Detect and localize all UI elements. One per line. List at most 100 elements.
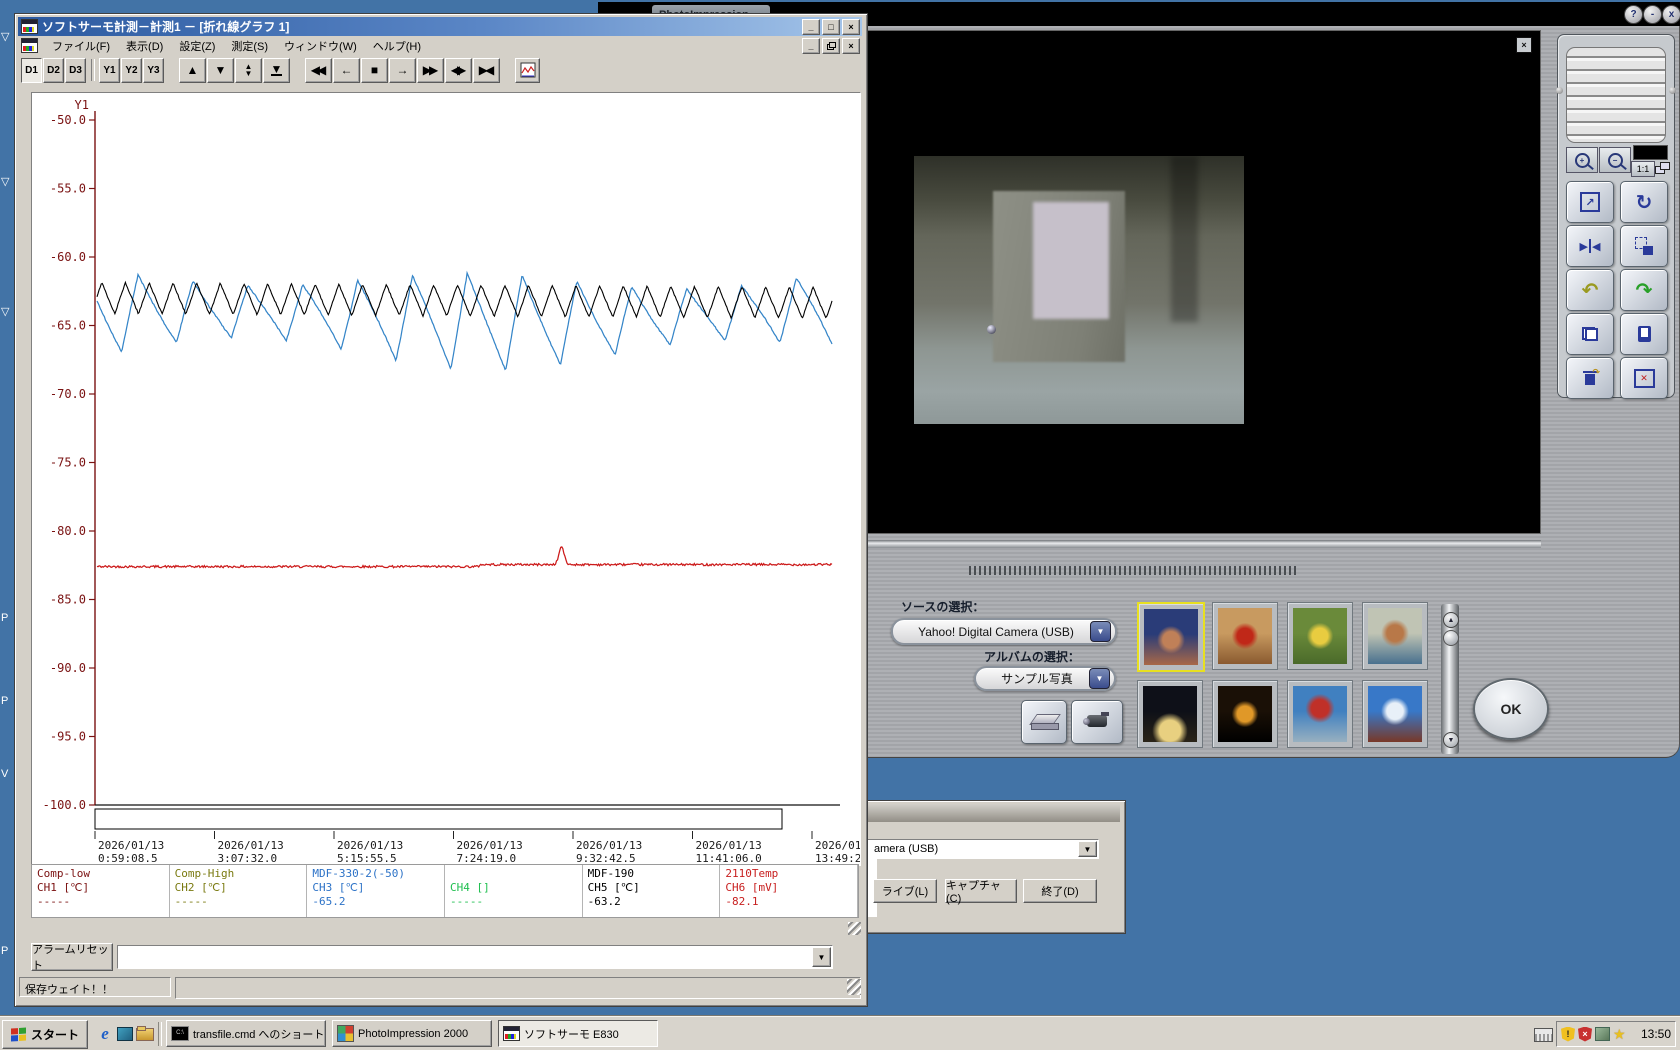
window-minimize-button[interactable]: _ <box>802 19 820 35</box>
tool-paste-button[interactable] <box>1620 313 1668 355</box>
toolbar-scroll-up-button[interactable]: ▲ <box>179 58 206 83</box>
thumbnail-cardinal-bird[interactable] <box>1212 602 1278 670</box>
toolbar-shrink-scale-button[interactable]: ▶◀ <box>473 58 500 83</box>
thumbnail-night-skyline[interactable] <box>1137 680 1203 748</box>
tool-undo-button[interactable]: ↶ <box>1566 269 1614 311</box>
actual-size-button[interactable]: 1:1 <box>1631 161 1655 177</box>
tool-copy-button[interactable] <box>1566 313 1614 355</box>
task-button-1[interactable]: C:\transfile.cmd へのショート... <box>166 1020 326 1047</box>
camcorder-button[interactable] <box>1071 700 1123 744</box>
desktop-icon-label-fragment[interactable]: ▽ <box>1 175 9 188</box>
chevron-down-icon[interactable]: ▼ <box>1090 621 1111 642</box>
chevron-down-icon[interactable]: ▼ <box>1078 841 1097 857</box>
updates-icon[interactable] <box>1595 1027 1610 1041</box>
toolbar-graph-button[interactable] <box>515 58 540 83</box>
tool-rotate-button[interactable]: ↻ <box>1620 181 1668 223</box>
quicklaunch-folder[interactable] <box>136 1025 154 1043</box>
toolbar-scroll-to-end-button[interactable]: ▼ <box>263 58 290 83</box>
thumbnail-red-rock-spires[interactable] <box>1137 602 1205 672</box>
desktop-icon-label-fragment[interactable]: ▽ <box>1 30 9 43</box>
source-select-dropdown[interactable]: Yahoo! Digital Camera (USB) ▼ <box>891 618 1117 645</box>
capture-source-combobox[interactable]: amera (USB) ▼ <box>859 839 1099 859</box>
menu-表示(D)[interactable]: 表示(D) <box>118 37 171 55</box>
thumbnail-cloud-sunset[interactable] <box>1362 680 1428 748</box>
pi-help-button[interactable]: ? <box>1624 5 1643 24</box>
tool-crop-rotate-button[interactable] <box>1620 225 1668 267</box>
zoom-in-button[interactable]: + <box>1566 147 1598 173</box>
toolbar-Y1-button[interactable]: Y1 <box>99 58 120 83</box>
menu-ウィンドウ(W)[interactable]: ウィンドウ(W) <box>276 37 365 55</box>
desktop-icon-label-fragment[interactable]: V <box>1 768 8 780</box>
menu-ヘルプ(H)[interactable]: ヘルプ(H) <box>365 37 429 55</box>
alarm-reset-button[interactable]: アラームリセット <box>31 943 113 971</box>
quicklaunch-ie[interactable]: e <box>96 1025 114 1043</box>
desktop-icon-label-fragment[interactable]: ▽ <box>1 305 9 318</box>
zoom-out-icon: − <box>1608 153 1623 168</box>
mdi-minimize-button[interactable]: _ <box>802 38 820 54</box>
toolbar-step-forward-button[interactable]: → <box>389 58 416 83</box>
tool-redo-button[interactable]: ↷ <box>1620 269 1668 311</box>
softthermo-titlebar[interactable]: ソフトサーモ計測－計測1 － [折れ線グラフ 1] _□× <box>18 17 862 36</box>
toolbar-rewind-button[interactable]: ◀◀ <box>305 58 332 83</box>
tool-delete-button[interactable]: ↷ <box>1566 357 1614 399</box>
mdi-close-button[interactable]: × <box>842 38 860 54</box>
mdi-resize-grip[interactable] <box>848 922 861 935</box>
pi-minimize-button[interactable]: - <box>1643 5 1662 24</box>
chevron-down-icon[interactable]: ▼ <box>1089 668 1110 689</box>
toolbar-fast-forward-button[interactable]: ▶▶ <box>417 58 444 83</box>
desktop-icon-label-fragment[interactable]: P <box>1 612 8 624</box>
album-select-dropdown[interactable]: サンプル写真 ▼ <box>974 666 1116 691</box>
keyboard-icon[interactable] <box>1534 1028 1553 1042</box>
cascade-icon[interactable] <box>1655 162 1670 174</box>
alarm-combobox[interactable]: ▼ <box>117 945 833 969</box>
window-resize-grip[interactable] <box>847 979 861 995</box>
window-maximize-button[interactable]: □ <box>822 19 840 35</box>
dialog-button-2[interactable]: キャプチャ(C) <box>945 879 1017 903</box>
window-close-button[interactable]: × <box>842 19 860 35</box>
toolbar-Y2-button[interactable]: Y2 <box>121 58 142 83</box>
menu-ファイル(F)[interactable]: ファイル(F) <box>44 37 118 55</box>
toolbar-Y3-button[interactable]: Y3 <box>143 58 164 83</box>
toolbar-D2-button[interactable]: D2 <box>43 58 64 83</box>
toolbar-stop-button[interactable]: ■ <box>361 58 388 83</box>
thumbnail-lighthouse[interactable] <box>1287 680 1353 748</box>
zoom-out-button[interactable]: − <box>1599 147 1631 173</box>
toolbar-scroll-down-button[interactable]: ▼ <box>207 58 234 83</box>
capture-dialog-titlebar[interactable] <box>854 804 1120 822</box>
toolbar-scroll-both-button[interactable]: ▲▼ <box>235 58 262 83</box>
tool-fit-resize-button[interactable]: ↗ <box>1566 181 1614 223</box>
panel-grip[interactable] <box>1566 47 1666 143</box>
task-button-3[interactable]: ソフトサーモ E830 <box>498 1020 658 1047</box>
task-button-2[interactable]: PhotoImpression 2000 <box>332 1020 492 1047</box>
menu-設定(Z)[interactable]: 設定(Z) <box>171 37 223 55</box>
pi-close-button[interactable]: x <box>1662 5 1680 24</box>
chevron-down-icon[interactable]: ▼ <box>812 947 831 967</box>
tool-flip-horizontal-button[interactable]: ▶◀ <box>1566 225 1614 267</box>
toolbar-D3-button[interactable]: D3 <box>65 58 86 83</box>
thumbnail-harbor-town[interactable] <box>1362 602 1428 670</box>
scroll-down-icon[interactable]: ▼ <box>1443 732 1459 748</box>
dialog-button-3[interactable]: 終了(D) <box>1023 879 1097 903</box>
desktop-icon-label-fragment[interactable]: P <box>1 695 8 707</box>
toolbar-expand-scale-button[interactable]: ◀▶ <box>445 58 472 83</box>
thumbnail-light-spiral[interactable] <box>1212 680 1278 748</box>
thumbnail-yellow-flowers[interactable] <box>1287 602 1353 670</box>
star-icon[interactable]: ★ <box>1613 1026 1626 1043</box>
toolbar-D1-button[interactable]: D1 <box>21 58 42 83</box>
scrollbar-knob[interactable] <box>1443 630 1459 646</box>
viewer-close-icon[interactable]: × <box>1516 37 1532 53</box>
shield-warning-icon[interactable]: ! <box>1561 1027 1575 1042</box>
shield-error-icon[interactable]: × <box>1578 1027 1592 1042</box>
thumbnail-scrollbar[interactable]: ▲ ▼ <box>1441 604 1459 754</box>
scroll-up-icon[interactable]: ▲ <box>1443 612 1459 628</box>
mdi-restore-button[interactable] <box>822 38 840 54</box>
tool-close-image-button[interactable]: ✕ <box>1620 357 1668 399</box>
dialog-button-1[interactable]: ライブ(L) <box>873 879 937 903</box>
quicklaunch-desktop[interactable] <box>116 1025 134 1043</box>
ok-button[interactable]: OK <box>1473 678 1549 740</box>
scanner-button[interactable] <box>1021 700 1067 744</box>
toolbar-step-back-button[interactable]: ← <box>333 58 360 83</box>
start-button[interactable]: スタート <box>2 1020 88 1049</box>
menu-測定(S)[interactable]: 測定(S) <box>223 37 276 55</box>
desktop-icon-label-fragment[interactable]: P <box>1 945 8 957</box>
